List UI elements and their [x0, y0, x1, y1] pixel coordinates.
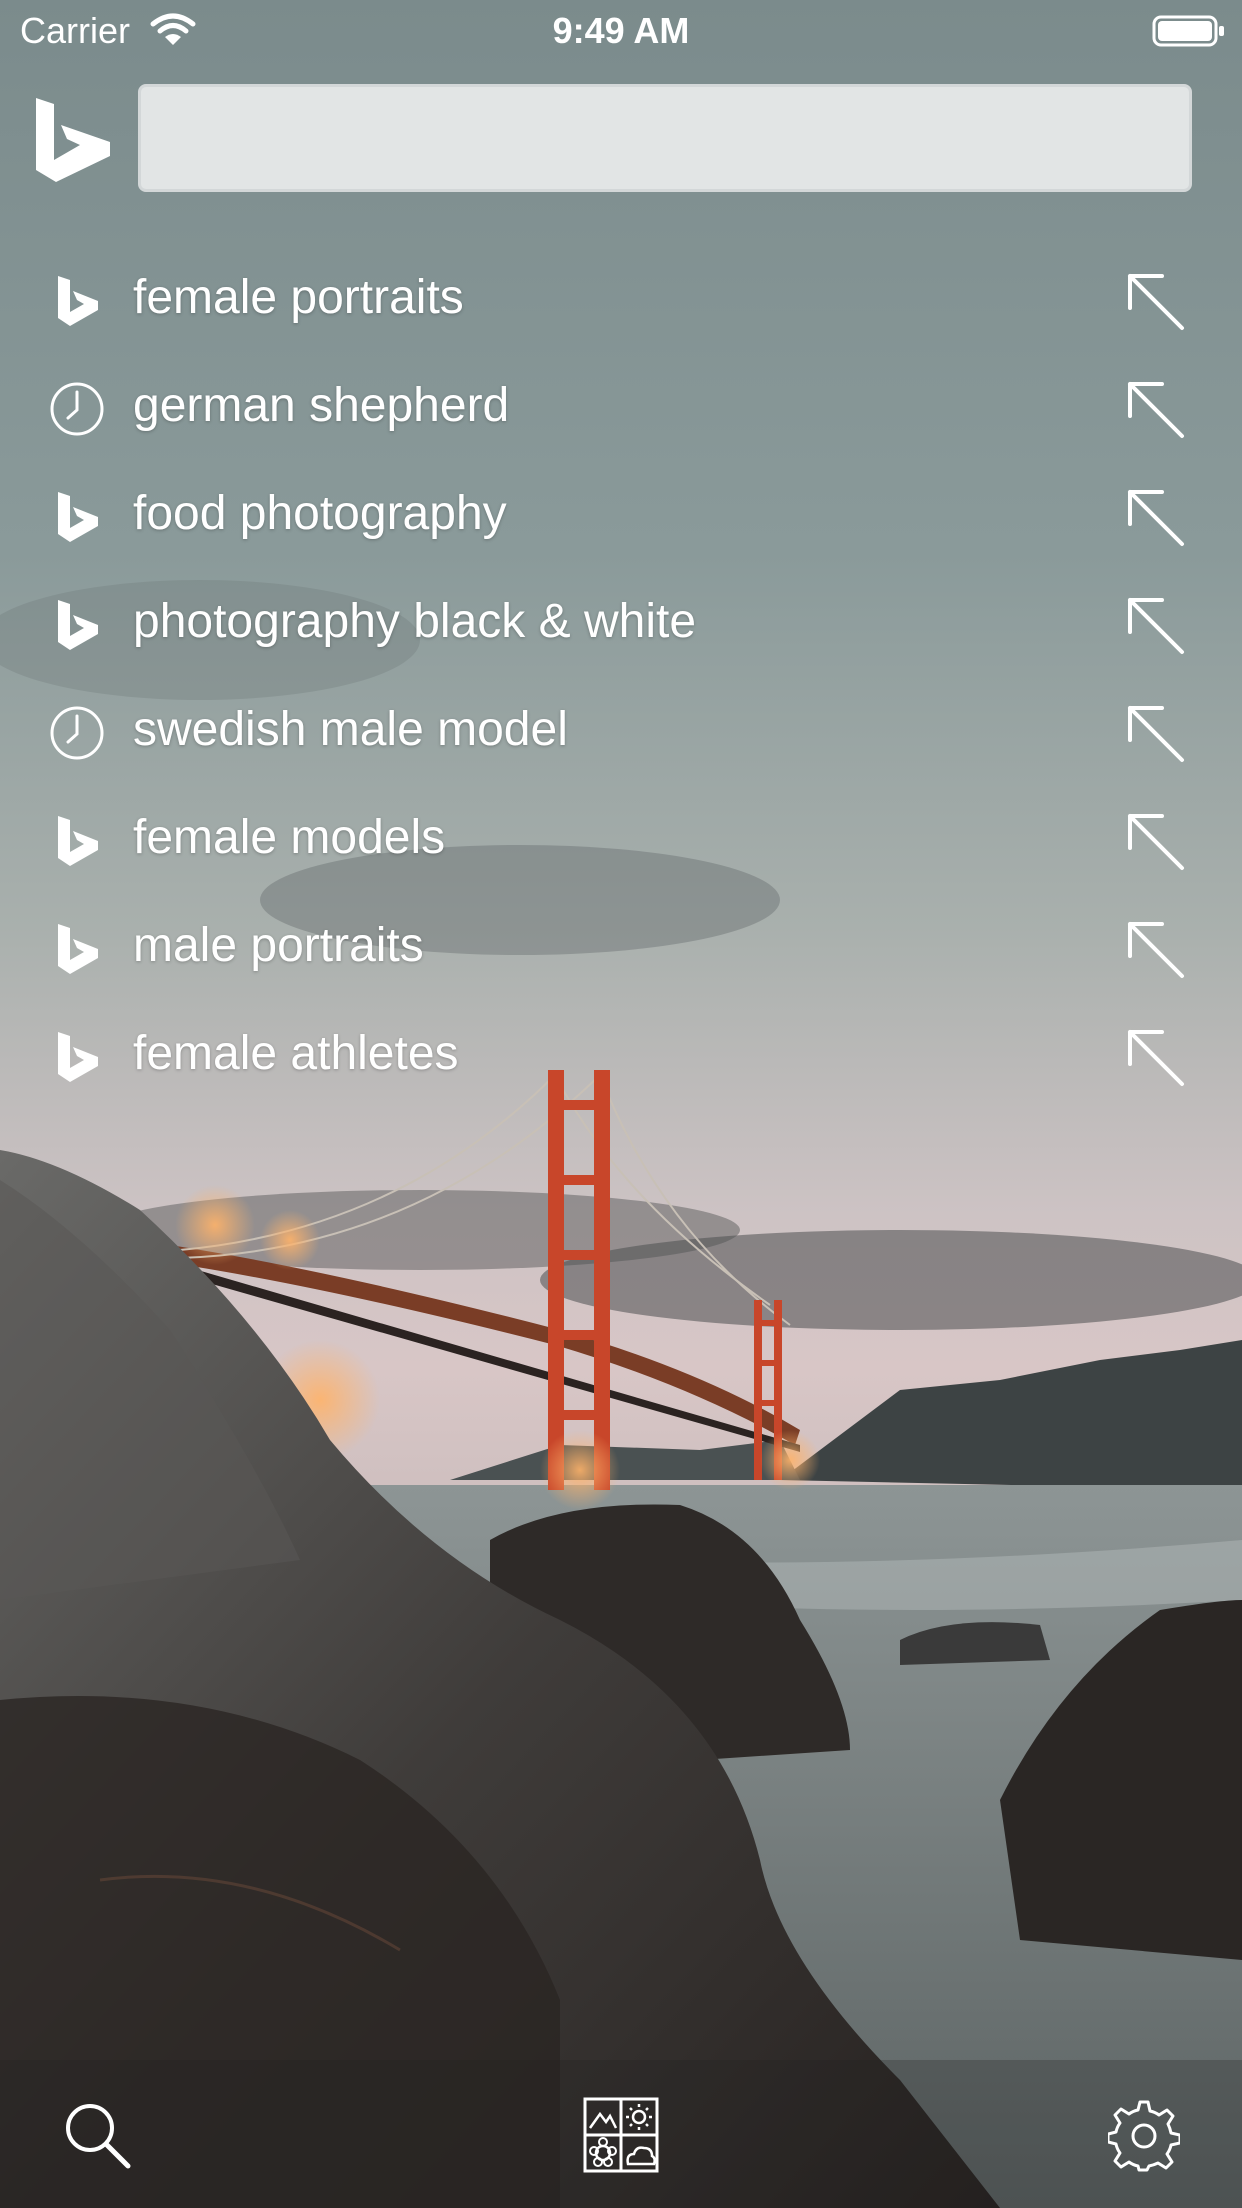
- fill-query-arrow-icon[interactable]: [1124, 702, 1186, 764]
- status-time: 9:49 AM: [552, 10, 690, 51]
- suggestion-item[interactable]: food photography: [0, 460, 1242, 568]
- suggestion-list: female portraits german shepherd food ph…: [0, 244, 1242, 1108]
- status-bar: Carrier 9:49 AM: [0, 0, 1242, 62]
- bottom-tab-bar: [0, 2060, 1242, 2208]
- suggestion-label: female models: [133, 811, 446, 864]
- bing-logo-icon: [36, 98, 110, 182]
- settings-gear-icon[interactable]: [1108, 2100, 1180, 2172]
- history-clock-icon: [50, 706, 104, 760]
- suggestion-item[interactable]: photography black & white: [0, 568, 1242, 676]
- fill-query-arrow-icon[interactable]: [1124, 810, 1186, 872]
- suggestion-label: female athletes: [133, 1027, 459, 1080]
- suggestion-label: photography black & white: [133, 595, 697, 648]
- suggestion-label: food photography: [133, 487, 507, 540]
- bing-icon: [58, 816, 98, 866]
- fill-query-arrow-icon[interactable]: [1124, 1026, 1186, 1088]
- bing-icon: [58, 276, 98, 326]
- suggestion-item[interactable]: female portraits: [0, 244, 1242, 352]
- suggestion-item[interactable]: female athletes: [0, 1000, 1242, 1108]
- fill-query-arrow-icon[interactable]: [1124, 378, 1186, 440]
- history-clock-icon: [50, 382, 104, 436]
- suggestion-item[interactable]: swedish male model: [0, 676, 1242, 784]
- suggestion-item[interactable]: german shepherd: [0, 352, 1242, 460]
- bing-icon: [58, 924, 98, 974]
- visual-search-icon[interactable]: [582, 2096, 660, 2174]
- fill-query-arrow-icon[interactable]: [1124, 594, 1186, 656]
- bing-icon: [58, 600, 98, 650]
- suggestion-label: female portraits: [133, 271, 464, 324]
- fill-query-arrow-icon[interactable]: [1124, 918, 1186, 980]
- fill-query-arrow-icon[interactable]: [1124, 486, 1186, 548]
- bing-icon: [58, 1032, 98, 1082]
- suggestion-item[interactable]: female models: [0, 784, 1242, 892]
- fill-query-arrow-icon[interactable]: [1124, 270, 1186, 332]
- suggestion-item[interactable]: male portraits: [0, 892, 1242, 1000]
- search-icon[interactable]: [62, 2100, 132, 2170]
- suggestion-label: male portraits: [133, 919, 424, 972]
- bing-icon: [58, 492, 98, 542]
- search-input[interactable]: [138, 84, 1192, 192]
- battery-icon: [1152, 15, 1224, 47]
- suggestion-label: german shepherd: [133, 379, 510, 432]
- suggestion-label: swedish male model: [133, 703, 568, 756]
